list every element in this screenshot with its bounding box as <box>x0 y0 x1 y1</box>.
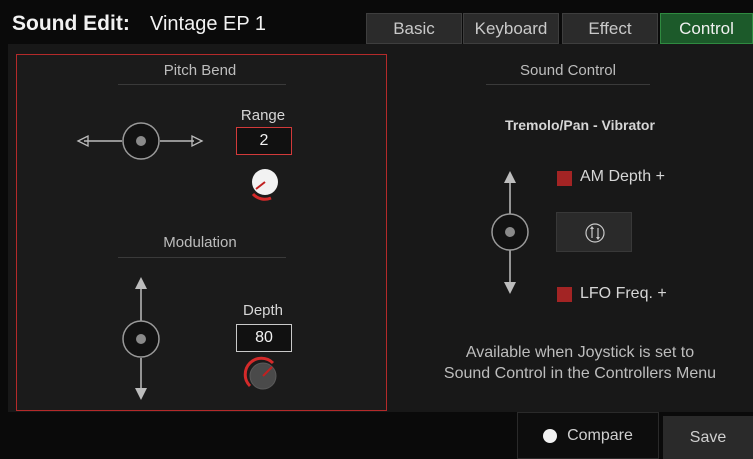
swap-direction-button[interactable] <box>556 212 632 252</box>
availability-note-line1: Available when Joystick is set to <box>465 344 695 361</box>
depth-label: Depth <box>242 302 284 319</box>
range-value-field[interactable]: 2 <box>236 127 292 155</box>
sound-control-divider <box>486 84 650 85</box>
modulation-divider <box>118 257 286 258</box>
compare-label: Compare <box>567 426 633 444</box>
depth-value-field[interactable]: 80 <box>236 324 292 352</box>
range-label: Range <box>240 107 286 124</box>
sound-control-joystick-icon[interactable] <box>487 168 533 298</box>
page-title-label: Sound Edit: <box>12 12 130 35</box>
am-depth-label: AM Depth + <box>580 168 665 185</box>
sound-control-title: Sound Control <box>520 62 616 79</box>
pitch-bend-joystick-icon[interactable] <box>76 118 206 164</box>
save-button[interactable]: Save <box>663 416 753 459</box>
am-depth-color-swatch <box>557 171 572 186</box>
pitch-bend-divider <box>118 84 286 85</box>
swap-arrows-icon <box>585 223 605 243</box>
pitch-mod-panel <box>16 54 387 411</box>
sound-control-subtitle: Tremolo/Pan - Vibrator <box>505 117 655 133</box>
modulation-joystick-icon[interactable] <box>118 274 164 404</box>
depth-knob-icon[interactable] <box>241 354 285 398</box>
lfo-freq-label: LFO Freq. + <box>580 285 667 302</box>
tab-effect[interactable]: Effect <box>562 13 658 44</box>
tab-basic[interactable]: Basic <box>366 13 462 44</box>
range-knob-icon[interactable] <box>243 160 287 204</box>
lfo-freq-color-swatch <box>557 287 572 302</box>
sound-name: Vintage EP 1 <box>150 13 267 35</box>
compare-indicator-icon <box>543 428 558 443</box>
availability-note-line2: Sound Control in the Controllers Menu <box>443 365 717 382</box>
tab-keyboard[interactable]: Keyboard <box>463 13 559 44</box>
compare-button[interactable]: Compare <box>517 412 659 459</box>
tab-control[interactable]: Control <box>660 13 753 44</box>
modulation-title: Modulation <box>163 234 237 251</box>
pitch-bend-title: Pitch Bend <box>163 62 237 79</box>
availability-note: Available when Joystick is set to Sound … <box>405 342 753 384</box>
